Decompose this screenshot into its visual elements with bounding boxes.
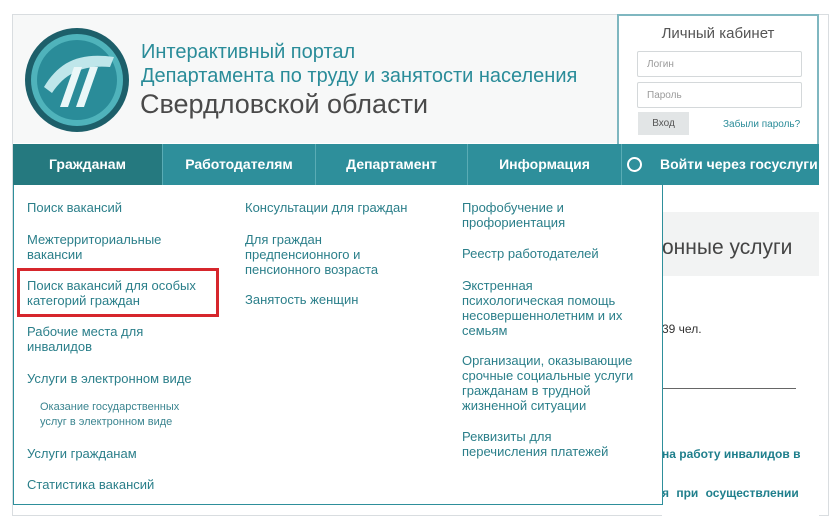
- portal-title-line1: Интерактивный портал: [141, 41, 356, 63]
- menu-item-job-search[interactable]: Поиск вакансий: [27, 200, 122, 215]
- password-field[interactable]: [637, 82, 802, 108]
- menu-item-label: Для граждан предпенсионного и пенсионног…: [245, 232, 379, 277]
- login-field[interactable]: [637, 51, 802, 77]
- menu-item-pre-retirement[interactable]: Для граждан предпенсионного и пенсионног…: [245, 232, 378, 277]
- nav-item-information[interactable]: Информация: [468, 144, 622, 185]
- menu-item-disabled-workplaces[interactable]: Рабочие места для инвалидов: [27, 324, 143, 354]
- nav-item-employers[interactable]: Работодателям: [163, 144, 316, 185]
- menu-subitem-state-e-services[interactable]: Оказание государственных услуг в электро…: [40, 400, 179, 430]
- menu-item-e-services[interactable]: Услуги в электронном виде: [27, 371, 192, 386]
- news-link-1[interactable]: на работу инвалидов в: [662, 447, 800, 461]
- menu-item-psychological-help[interactable]: Экстренная психологическая помощь несове…: [462, 278, 622, 338]
- count-text: 39 чел.: [662, 322, 702, 336]
- menu-item-employer-registry[interactable]: Реестр работодателей: [462, 246, 599, 261]
- menu-item-vocational-training[interactable]: Профобучение и профориентация: [462, 200, 565, 230]
- menu-item-label: Рабочие места для инвалидов: [27, 324, 144, 354]
- gosuslugi-icon: [627, 157, 642, 172]
- nav-item-department[interactable]: Департамент: [316, 144, 468, 185]
- gosuslugi-login-button[interactable]: Войти через госуслуги: [622, 144, 819, 185]
- menu-item-interterritorial-vacancies[interactable]: Межтерриториальные вакансии: [27, 232, 161, 262]
- menu-item-label: Профобучение и профориентация: [462, 200, 566, 230]
- menu-item-label: Организации, оказывающие срочные социаль…: [462, 353, 634, 413]
- menu-item-label: Оказание государственных услуг в электро…: [40, 401, 180, 428]
- menu-item-social-services-orgs[interactable]: Организации, оказывающие срочные социаль…: [462, 353, 633, 413]
- menu-item-label: Экстренная психологическая помощь несове…: [462, 278, 623, 338]
- portal-title-region: Свердловской области: [140, 89, 429, 119]
- highlight-box: [17, 268, 219, 317]
- menu-item-consultations[interactable]: Консультации для граждан: [245, 200, 407, 215]
- menu-item-citizen-services[interactable]: Услуги гражданам: [27, 446, 137, 461]
- login-button[interactable]: Вход: [638, 112, 689, 135]
- services-heading: онные услуги: [662, 236, 793, 259]
- menu-item-payment-details[interactable]: Реквизиты для перечисления платежей: [462, 429, 608, 459]
- forgot-password-link[interactable]: Забыли пароль?: [723, 119, 800, 130]
- citizens-dropdown-menu: Поиск вакансий Межтерриториальные ваканс…: [13, 185, 663, 505]
- cabinet-title: Личный кабинет: [661, 25, 775, 42]
- portal-title-line2: Департамента по труду и занятости населе…: [141, 65, 578, 87]
- menu-item-label: Реквизиты для перечисления платежей: [462, 429, 609, 459]
- portal-logo-icon[interactable]: [24, 27, 130, 133]
- gosuslugi-label: Войти через госуслуги: [660, 156, 818, 172]
- personal-cabinet-panel: Личный кабинет Вход Забыли пароль?: [617, 14, 819, 145]
- menu-item-women-employment[interactable]: Занятость женщин: [245, 292, 358, 307]
- divider: [662, 388, 796, 389]
- main-nav: Гражданам Работодателям Департамент Инфо…: [13, 144, 819, 185]
- nav-item-citizens[interactable]: Гражданам: [13, 144, 163, 185]
- news-link-2[interactable]: я при осуществлении: [662, 486, 799, 500]
- menu-item-label: Межтерриториальные вакансии: [27, 232, 162, 262]
- menu-item-vacancy-statistics[interactable]: Статистика вакансий: [27, 477, 154, 492]
